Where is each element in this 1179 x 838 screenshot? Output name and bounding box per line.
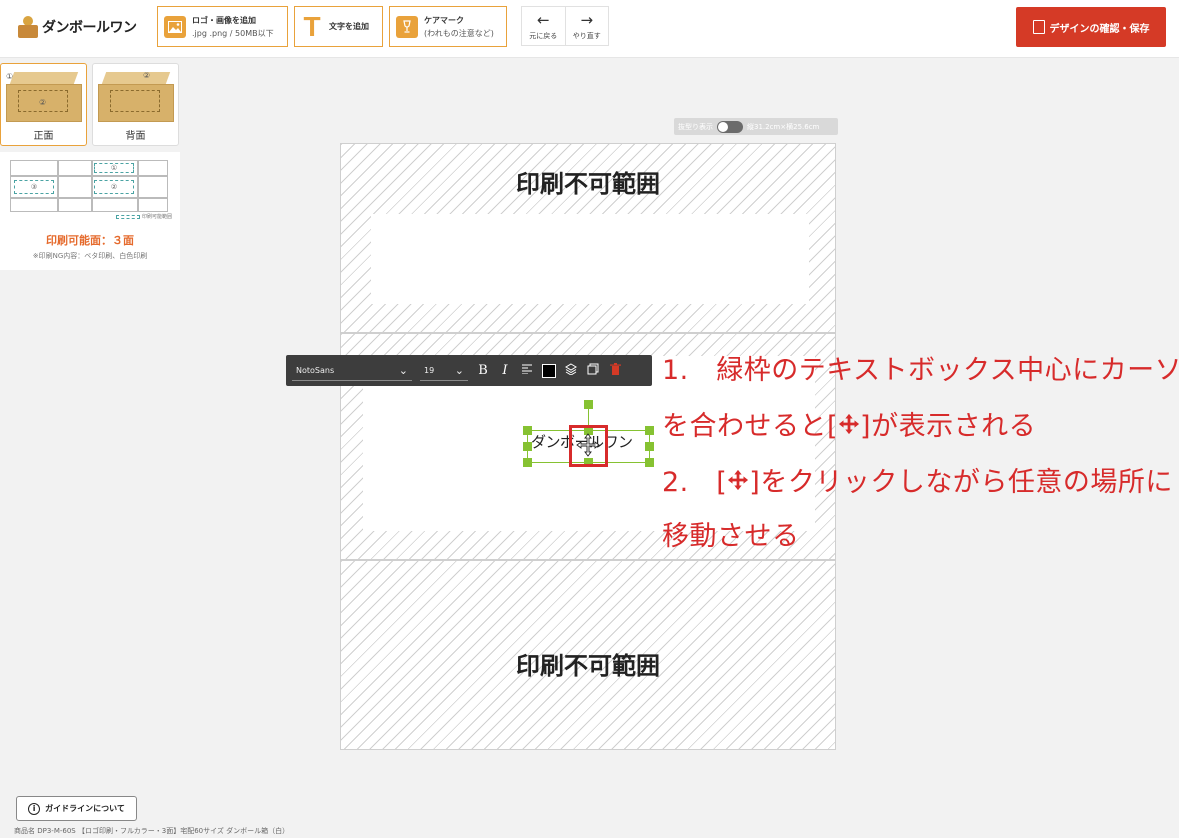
- box-net-diagram: ① ③ ②: [10, 160, 168, 212]
- face-front-label: 正面: [33, 131, 54, 142]
- zone-1: ①: [94, 163, 134, 173]
- face-front-card[interactable]: ① ② 正面: [0, 63, 87, 146]
- add-image-button[interactable]: ロゴ・画像を追加 .jpg .png / 50MB以下: [157, 6, 288, 47]
- chevron-down-icon: ⌄: [398, 363, 408, 377]
- undo-redo-group: ← 元に戻る → やり直す: [521, 6, 609, 46]
- arrow-left-icon: ←: [536, 10, 550, 29]
- legend-text: 印刷可能範囲: [142, 214, 173, 220]
- zone-3: ③: [14, 180, 54, 194]
- instruction-line-2a: を合わせると[: [662, 411, 839, 442]
- resize-handle-mr[interactable]: [645, 442, 654, 451]
- image-icon: [164, 15, 186, 38]
- move-arrows-icon: [728, 469, 749, 491]
- font-size-select[interactable]: 19 ⌄: [420, 361, 468, 381]
- color-swatch[interactable]: [542, 363, 556, 378]
- legend-swatch: [116, 215, 140, 219]
- fragile-icon: [396, 15, 418, 38]
- product-name: 商品名 DP3-M-60S 【ロゴ印刷・フルカラー・3面】宅配60サイズ ダンボ…: [14, 827, 290, 835]
- instruction-line-3: 2. [ ]をクリックしながら任意の場所に: [662, 460, 1173, 499]
- redo-label: やり直す: [572, 31, 601, 40]
- nonprint-label: 印刷不可範囲: [516, 170, 660, 198]
- save-label: デザインの確認・保存: [1049, 23, 1150, 35]
- care-mark-button[interactable]: ケアマーク (われもの注意など): [389, 6, 507, 47]
- layers-icon[interactable]: [564, 362, 578, 379]
- header: ダンボールワン ロゴ・画像を追加 .jpg .png / 50MB以下 T 文字…: [0, 0, 1179, 58]
- add-text-button[interactable]: T 文字を追加: [294, 6, 383, 47]
- undo-label: 元に戻る: [529, 31, 558, 40]
- font-size-value: 19: [424, 365, 435, 375]
- add-text-title: 文字を追加: [329, 22, 369, 31]
- top-nonprint-panel: 印刷不可範囲: [340, 143, 836, 333]
- cut-line-toggle[interactable]: 抜型り表示 縦31.2cm×横25.6cm: [674, 118, 838, 135]
- face-num-top: ①: [6, 72, 14, 81]
- care-mark-sub: (われもの注意など): [424, 28, 494, 38]
- align-icon[interactable]: [520, 363, 534, 378]
- resize-handle-bl[interactable]: [523, 458, 532, 467]
- face-num-top: ②: [143, 71, 151, 80]
- move-arrows-icon: [838, 413, 860, 435]
- face-num-center: ②: [39, 98, 47, 107]
- nonprint-label: 印刷不可範囲: [516, 652, 660, 680]
- box-back-thumbnail: [98, 72, 174, 122]
- text-t-icon: T: [303, 10, 321, 42]
- instruction-line-3b: ]をクリックしながら任意の場所に: [749, 467, 1173, 498]
- resize-handle-tr[interactable]: [645, 426, 654, 435]
- duplicate-icon[interactable]: [586, 363, 600, 379]
- canvas-dimensions: 縦31.2cm×横25.6cm: [747, 122, 820, 131]
- face-back-label: 背面: [125, 131, 146, 142]
- instruction-line-2b: ]が表示される: [860, 411, 1037, 442]
- logo[interactable]: ダンボールワン: [18, 12, 137, 42]
- redo-button[interactable]: → やり直す: [566, 7, 609, 45]
- instruction-line-1: 1. 緑枠のテキストボックス中心にカーソル: [662, 355, 1179, 386]
- undo-button[interactable]: ← 元に戻る: [522, 7, 566, 45]
- bottom-nonprint-panel: 印刷不可範囲: [340, 560, 836, 750]
- design-confirm-save-button[interactable]: デザインの確認・保存: [1016, 7, 1166, 47]
- instruction-line-3a: 2. [: [662, 467, 728, 498]
- chevron-down-icon: ⌄: [454, 363, 464, 377]
- add-image-title: ロゴ・画像を追加: [192, 15, 256, 25]
- box-layout-card: ① ③ ② 印刷可能範囲 印刷可能面：３面 ※印刷NG内容：ベタ印刷、白色印刷: [0, 152, 180, 270]
- trash-icon[interactable]: [608, 362, 622, 379]
- guideline-button[interactable]: i ガイドラインについて: [16, 796, 137, 821]
- arrow-right-icon: →: [580, 10, 594, 29]
- guideline-label: ガイドラインについて: [45, 804, 125, 813]
- resize-handle-ml[interactable]: [523, 442, 532, 451]
- logo-text: ダンボールワン: [42, 20, 137, 36]
- font-family-select[interactable]: NotoSans ⌄: [292, 361, 412, 381]
- text-format-toolbar: NotoSans ⌄ 19 ⌄ B I: [286, 355, 652, 386]
- add-image-sub: .jpg .png / 50MB以下: [192, 28, 274, 38]
- box-front-thumbnail: [6, 72, 82, 122]
- resize-handle-br[interactable]: [645, 458, 654, 467]
- document-check-icon: [1032, 20, 1045, 34]
- zone-2: ②: [94, 180, 134, 194]
- instruction-line-4: 移動させる: [662, 521, 800, 552]
- resize-handle-tl[interactable]: [523, 426, 532, 435]
- logo-icon: [18, 16, 38, 38]
- bold-button[interactable]: B: [476, 363, 490, 378]
- printable-faces-count: 印刷可能面：３面: [46, 234, 134, 247]
- care-mark-title: ケアマーク: [424, 15, 464, 25]
- italic-button[interactable]: I: [498, 363, 512, 378]
- flap-area: [371, 214, 809, 304]
- instruction-line-2: を合わせると[ ]が表示される: [662, 404, 1036, 443]
- font-family-value: NotoSans: [296, 365, 335, 375]
- move-cursor-icon: [576, 433, 600, 457]
- print-ng-note: ※印刷NG内容：ベタ印刷、白色印刷: [32, 252, 148, 260]
- toggle-switch[interactable]: [717, 120, 743, 133]
- face-back-card[interactable]: ② 背面: [92, 63, 179, 146]
- info-icon: i: [28, 802, 41, 815]
- cut-toggle-label: 抜型り表示: [678, 122, 713, 131]
- rotate-handle[interactable]: [584, 400, 593, 409]
